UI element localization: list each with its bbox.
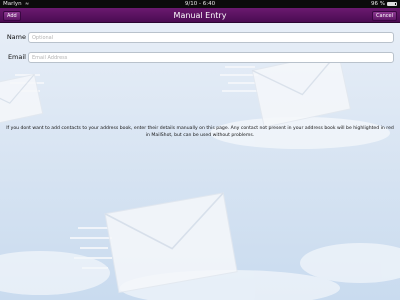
email-row: Email	[0, 52, 400, 64]
status-bar: Marlyn ≈ 9/10 - 6:40 96 %	[0, 0, 400, 8]
envelope-watermark	[0, 51, 400, 300]
email-field[interactable]	[28, 52, 394, 63]
nav-bar: Add Manual Entry Cancel	[0, 8, 400, 23]
content-area: Name Email If you dont want to add conta…	[0, 23, 400, 300]
cancel-button[interactable]: Cancel	[372, 11, 397, 21]
info-text: If you dont want to add contacts to your…	[6, 126, 394, 138]
battery-icon	[387, 2, 397, 6]
status-time: 9/10 - 6:40	[184, 1, 216, 7]
name-label: Name	[6, 33, 26, 41]
email-label: Email	[7, 53, 26, 61]
name-field[interactable]	[28, 32, 394, 43]
battery-percent: 96 %	[371, 1, 385, 7]
name-row: Name	[0, 32, 400, 44]
page-title: Manual Entry	[173, 11, 227, 20]
